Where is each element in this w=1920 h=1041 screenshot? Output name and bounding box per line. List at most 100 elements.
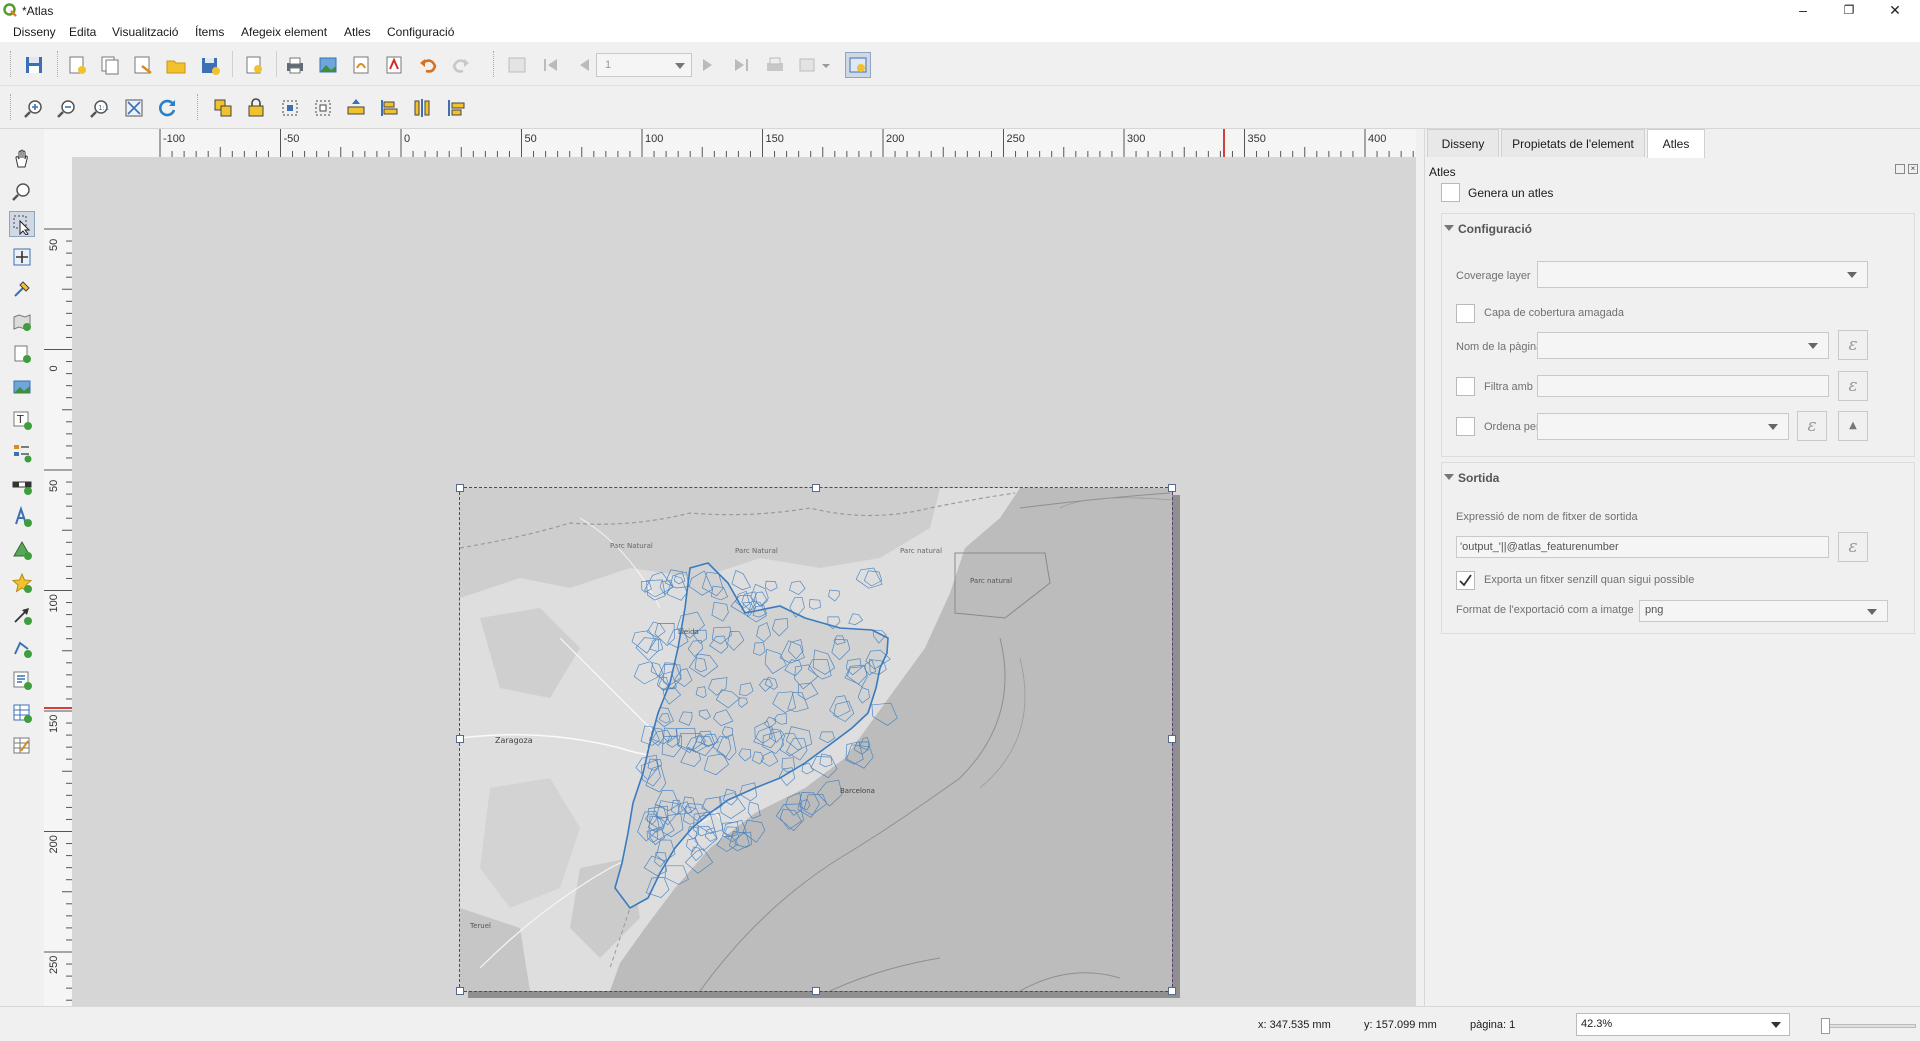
move-content-icon[interactable] bbox=[9, 244, 35, 270]
resize-handle[interactable] bbox=[456, 987, 464, 995]
next-feature-icon[interactable] bbox=[695, 52, 721, 78]
collapse-icon[interactable] bbox=[1444, 474, 1454, 480]
toolbar-grip[interactable] bbox=[10, 51, 14, 77]
add-legend-icon[interactable] bbox=[9, 439, 35, 465]
select-all-icon[interactable] bbox=[277, 95, 303, 121]
add-3d-map-icon[interactable] bbox=[9, 341, 35, 367]
group-items-icon[interactable] bbox=[210, 95, 236, 121]
zoom-combo[interactable]: 42.3% bbox=[1576, 1013, 1790, 1036]
lock-items-icon[interactable] bbox=[243, 95, 269, 121]
add-html-icon[interactable] bbox=[9, 667, 35, 693]
align-left-icon[interactable] bbox=[376, 95, 402, 121]
resize-handle[interactable] bbox=[456, 484, 464, 492]
output-title[interactable]: Sortida bbox=[1458, 471, 1499, 485]
filename-expression-input[interactable]: 'output_'||@atlas_featurenumber bbox=[1456, 536, 1829, 558]
expression-icon[interactable]: ε bbox=[1838, 532, 1868, 562]
add-picture-icon[interactable] bbox=[9, 374, 35, 400]
add-marker-icon[interactable] bbox=[9, 570, 35, 596]
zoom-full-icon[interactable] bbox=[121, 95, 147, 121]
resize-handle[interactable] bbox=[812, 987, 820, 995]
coverage-layer-combo[interactable] bbox=[1537, 261, 1868, 288]
vertical-ruler[interactable]: 50 0 50 100 150 200 250 bbox=[44, 157, 73, 1037]
map-item[interactable]: Parc Natural Parc Natural Parc natural P… bbox=[459, 487, 1173, 992]
undo-icon[interactable] bbox=[415, 52, 441, 78]
menu-items[interactable]: Ítems bbox=[195, 25, 224, 39]
collapse-icon[interactable] bbox=[1444, 225, 1454, 231]
filter-input[interactable] bbox=[1537, 375, 1829, 397]
sort-ascending-icon[interactable]: ▲ bbox=[1838, 411, 1868, 441]
atlas-page-combo[interactable]: 1 bbox=[596, 53, 692, 77]
close-window-button[interactable]: ✕ bbox=[1872, 0, 1918, 22]
minimize-button[interactable]: – bbox=[1780, 0, 1826, 22]
raise-items-icon[interactable] bbox=[343, 95, 369, 121]
previous-feature-icon[interactable] bbox=[571, 52, 597, 78]
menu-visualitzacio[interactable]: Visualització bbox=[112, 25, 178, 39]
add-north-arrow-icon[interactable] bbox=[9, 504, 35, 530]
expression-icon[interactable]: ε bbox=[1838, 371, 1868, 401]
zoom-tool-icon[interactable] bbox=[9, 178, 35, 204]
menu-configuracio[interactable]: Configuració bbox=[387, 25, 454, 39]
close-panel-icon[interactable]: × bbox=[1908, 164, 1918, 174]
float-panel-icon[interactable] bbox=[1895, 164, 1905, 174]
first-feature-icon[interactable] bbox=[538, 52, 564, 78]
open-template-icon[interactable] bbox=[163, 52, 189, 78]
add-node-item-icon[interactable] bbox=[9, 635, 35, 661]
configuration-title[interactable]: Configuració bbox=[1458, 222, 1532, 236]
chevron-down-icon[interactable] bbox=[819, 52, 833, 78]
tab-item-properties[interactable]: Propietats de l'element bbox=[1501, 129, 1645, 157]
hidden-coverage-checkbox[interactable] bbox=[1456, 304, 1475, 323]
export-pdf-icon[interactable] bbox=[381, 52, 407, 78]
atlas-preview-icon[interactable] bbox=[504, 52, 530, 78]
resize-handle[interactable] bbox=[812, 484, 820, 492]
toolbar-grip[interactable] bbox=[493, 51, 497, 77]
single-file-checkbox[interactable] bbox=[1456, 571, 1475, 590]
atlas-settings-icon[interactable] bbox=[845, 52, 871, 78]
add-attribute-table-icon[interactable] bbox=[9, 700, 35, 726]
layout-canvas[interactable]: Parc Natural Parc Natural Parc natural P… bbox=[72, 157, 1416, 1006]
sort-checkbox[interactable] bbox=[1456, 417, 1475, 436]
menu-disseny[interactable]: Disseny bbox=[13, 25, 56, 39]
toolbar-grip[interactable] bbox=[10, 94, 14, 120]
duplicate-layout-icon[interactable] bbox=[97, 52, 123, 78]
zoom-slider-handle[interactable] bbox=[1821, 1018, 1830, 1034]
horizontal-ruler[interactable]: -100 -50 0 50 100 150 200 250 300 350 400 bbox=[72, 129, 1474, 158]
redo-icon[interactable] bbox=[448, 52, 474, 78]
page-name-combo[interactable] bbox=[1537, 332, 1829, 359]
new-layout-icon[interactable] bbox=[64, 52, 90, 78]
export-image-icon[interactable] bbox=[315, 52, 341, 78]
add-fixed-table-icon[interactable] bbox=[9, 733, 35, 759]
resize-handle[interactable] bbox=[456, 735, 464, 743]
zoom-actual-icon[interactable]: 1:1 bbox=[87, 95, 113, 121]
expression-icon[interactable]: ε bbox=[1797, 411, 1827, 441]
last-feature-icon[interactable] bbox=[728, 52, 754, 78]
resize-handle[interactable] bbox=[1168, 987, 1176, 995]
menu-edita[interactable]: Edita bbox=[69, 25, 96, 39]
add-shape-icon[interactable] bbox=[9, 537, 35, 563]
add-arrow-icon[interactable] bbox=[9, 602, 35, 628]
zoom-slider[interactable] bbox=[1821, 1018, 1916, 1034]
sort-combo[interactable] bbox=[1537, 413, 1789, 440]
print-icon[interactable] bbox=[282, 52, 308, 78]
resize-handle[interactable] bbox=[1168, 484, 1176, 492]
restore-button[interactable]: ❐ bbox=[1826, 0, 1872, 22]
export-svg-icon[interactable] bbox=[348, 52, 374, 78]
filter-checkbox[interactable] bbox=[1456, 377, 1475, 396]
save-template-icon[interactable] bbox=[197, 52, 223, 78]
zoom-in-icon[interactable] bbox=[21, 95, 47, 121]
print-atlas-icon[interactable] bbox=[762, 52, 788, 78]
export-atlas-icon[interactable] bbox=[795, 52, 821, 78]
page-properties-icon[interactable] bbox=[241, 52, 267, 78]
menu-atles[interactable]: Atles bbox=[344, 25, 371, 39]
add-label-icon[interactable]: T bbox=[9, 407, 35, 433]
refresh-icon[interactable] bbox=[154, 95, 180, 121]
image-format-combo[interactable]: png bbox=[1639, 600, 1888, 622]
tab-disseny[interactable]: Disseny bbox=[1427, 129, 1499, 157]
toolbar-grip[interactable] bbox=[197, 94, 201, 120]
add-scalebar-icon[interactable] bbox=[9, 472, 35, 498]
expression-icon[interactable]: ε bbox=[1838, 330, 1868, 360]
generate-atlas-checkbox[interactable] bbox=[1441, 183, 1460, 202]
resize-handle[interactable] bbox=[1168, 735, 1176, 743]
select-move-icon[interactable] bbox=[9, 211, 35, 237]
tab-atles[interactable]: Atles bbox=[1647, 129, 1705, 158]
add-map-icon[interactable] bbox=[9, 309, 35, 335]
